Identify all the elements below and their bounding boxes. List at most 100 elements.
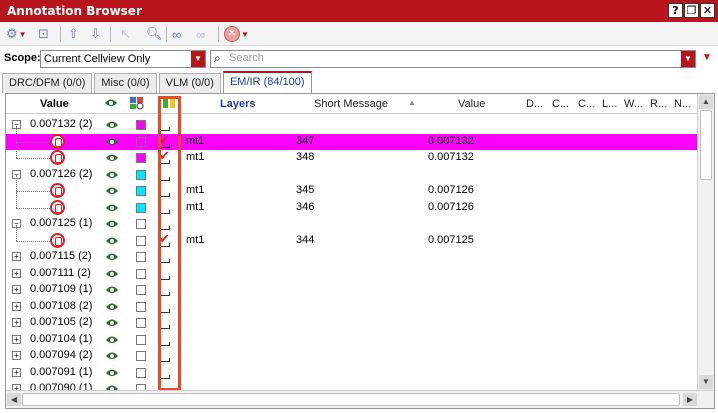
color-swatch[interactable] [136, 268, 146, 279]
checkbox[interactable] [159, 319, 170, 329]
hand-marker-icon[interactable] [50, 199, 65, 215]
visibility-icon[interactable] [105, 268, 119, 279]
help-button[interactable]: ? [668, 3, 683, 18]
checkbox[interactable] [159, 171, 170, 181]
scope-dropdown[interactable]: Current Cellview Only ▼ [40, 50, 206, 68]
color-swatch[interactable] [136, 351, 146, 361]
scroll-up-icon[interactable]: ▲ [699, 95, 713, 109]
hand-marker-icon[interactable] [50, 232, 65, 248]
expand-icon[interactable]: + [12, 301, 21, 311]
table-row[interactable]: ✔ mt1 344 0.007125 [6, 224, 697, 250]
tab-drc-dfm[interactable]: DRC/DFM (0/0) [2, 73, 93, 93]
checkbox[interactable] [159, 121, 170, 131]
hand-marker-icon[interactable] [50, 183, 65, 198]
vertical-scrollbar[interactable]: ▲ ▼ [697, 94, 714, 390]
visibility-icon[interactable] [105, 317, 119, 328]
tree-group-row[interactable]: −0.007132 (2) [6, 117, 697, 134]
color-swatch[interactable] [136, 318, 146, 328]
color-swatch[interactable] [136, 120, 146, 130]
checkbox-column-icon[interactable] [162, 97, 176, 109]
column-n[interactable]: N... [674, 98, 691, 110]
checkbox[interactable] [159, 303, 170, 313]
arrow-up-icon[interactable]: ⇧ [68, 26, 79, 42]
checkbox[interactable] [159, 187, 170, 197]
visibility-icon[interactable] [105, 367, 119, 378]
search-input[interactable]: ⌕ Search ▼ [210, 50, 696, 68]
color-swatch[interactable] [136, 153, 146, 163]
scroll-left-icon[interactable]: ◀ [7, 393, 21, 406]
color-swatch[interactable] [136, 219, 146, 229]
column-l[interactable]: L... [602, 98, 617, 110]
table-row[interactable]: ✔ mt1 348 0.007132 [6, 142, 697, 167]
color-swatch[interactable] [136, 252, 146, 262]
visibility-icon[interactable] [105, 152, 119, 163]
expand-icon[interactable]: + [12, 351, 21, 360]
color-swatch[interactable] [136, 235, 146, 246]
tab-vlm[interactable]: VLM (0/0) [158, 73, 221, 93]
checkbox[interactable] [159, 220, 170, 230]
chevron-down-icon[interactable]: ▼ [191, 51, 205, 67]
search-options-icon[interactable]: ▼ [702, 52, 712, 63]
visibility-icon[interactable] [105, 185, 119, 196]
column-value-2[interactable]: Value [458, 98, 485, 110]
unlink-icon[interactable]: ∞ [196, 26, 205, 42]
visibility-icon[interactable] [105, 136, 119, 147]
zoom-fit-icon[interactable]: ⊡ [38, 26, 49, 42]
expand-icon[interactable]: + [12, 252, 21, 261]
column-value[interactable]: Value [40, 98, 69, 110]
column-c2[interactable]: C... [578, 98, 595, 110]
scroll-thumb-horizontal[interactable] [22, 393, 680, 406]
visibility-icon[interactable] [105, 251, 119, 262]
tree-group-row[interactable]: −0.007126 (2) [6, 167, 697, 184]
arrow-down-icon[interactable]: ⇩ [90, 26, 101, 42]
checkbox[interactable] [159, 286, 170, 296]
tree-group-row[interactable]: −0.007125 (1) [6, 216, 697, 233]
checkbox[interactable] [159, 270, 170, 280]
color-swatch[interactable] [136, 285, 146, 295]
tree-group-row[interactable]: +0.007104 (1) [6, 332, 697, 349]
checkbox[interactable]: ✔ [159, 232, 170, 247]
color-swatch[interactable] [136, 186, 146, 196]
expand-icon[interactable]: + [12, 334, 21, 344]
visibility-icon[interactable] [105, 202, 119, 213]
tree-group-row[interactable]: +0.007108 (2) [6, 299, 697, 316]
scroll-right-icon[interactable]: ▶ [683, 393, 697, 406]
color-swatch[interactable] [136, 136, 146, 147]
horizontal-scrollbar[interactable]: ◀ ▶ [6, 390, 714, 408]
zoom-icon[interactable]: 🔍︎ [146, 26, 163, 42]
pointer-icon[interactable]: ↖ [120, 26, 131, 42]
color-column-icon[interactable] [129, 96, 145, 110]
expand-icon[interactable]: + [12, 285, 21, 294]
tree-group-row[interactable]: +0.007091 (1) [6, 365, 697, 382]
delete-icon[interactable]: ✕ ▼ [224, 26, 249, 42]
link-icon[interactable]: ∞ [172, 26, 181, 42]
expand-icon[interactable]: + [12, 318, 21, 327]
visibility-icon[interactable] [105, 235, 119, 246]
hand-marker-icon[interactable] [50, 150, 65, 165]
close-button[interactable]: ✕ [700, 3, 715, 18]
checkbox[interactable] [159, 352, 170, 362]
checkbox[interactable]: ✔ [159, 149, 170, 164]
tree-group-row[interactable]: +0.007094 (2) [6, 348, 697, 365]
checkbox[interactable] [159, 369, 170, 379]
tree-group-row[interactable]: +0.007111 (2) [6, 266, 697, 283]
hand-marker-icon[interactable] [50, 133, 65, 149]
chevron-down-icon[interactable]: ▼ [681, 51, 695, 67]
visibility-column-icon[interactable] [104, 97, 118, 108]
column-layers[interactable]: Layers [220, 98, 255, 110]
column-w[interactable]: W... [624, 98, 643, 110]
color-swatch[interactable] [136, 169, 146, 180]
table-row[interactable]: ✔ mt1 347 0.007132 [6, 125, 697, 150]
column-c1[interactable]: C... [552, 98, 569, 110]
color-swatch[interactable] [136, 202, 146, 213]
expand-icon[interactable]: + [12, 268, 21, 278]
table-row[interactable]: mt1 346 0.007126 [6, 191, 697, 217]
checkbox[interactable] [159, 336, 170, 346]
color-swatch[interactable] [136, 367, 146, 378]
visibility-icon[interactable] [105, 334, 119, 345]
visibility-icon[interactable] [105, 301, 119, 312]
tree-group-row[interactable]: +0.007115 (2) [6, 249, 697, 266]
restore-button[interactable]: ❐ [684, 3, 699, 18]
scroll-down-icon[interactable]: ▼ [699, 375, 713, 389]
column-short-message[interactable]: Short Message [314, 98, 388, 110]
